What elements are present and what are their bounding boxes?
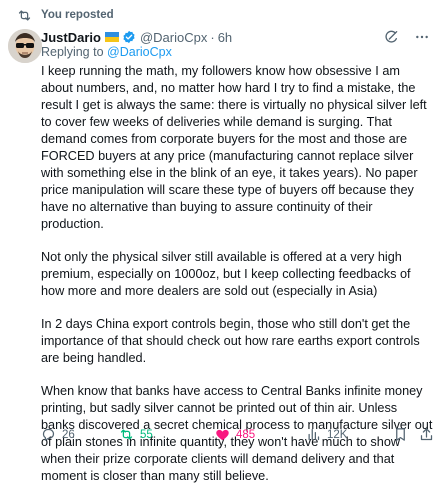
repost-button[interactable]: 55: [119, 427, 153, 442]
replying-to: Replying to @DarioCpx: [41, 45, 172, 59]
reply-icon: [42, 428, 55, 441]
views-count: 12K: [327, 428, 348, 441]
reply-count: 26: [62, 428, 75, 441]
tweet-actions: 26 55 485 12K: [41, 427, 434, 445]
replying-to-mention[interactable]: @DarioCpx: [107, 45, 172, 59]
bookmark-button[interactable]: [393, 427, 408, 442]
like-count: 485: [236, 428, 256, 441]
views-chart-icon: [308, 428, 320, 441]
views-button[interactable]: 12K: [306, 427, 347, 442]
share-button[interactable]: [419, 427, 434, 442]
tweet-header: JustDario @DarioCpx · 6h: [41, 28, 430, 46]
like-button[interactable]: 485: [215, 427, 255, 442]
verified-badge-icon[interactable]: [122, 30, 136, 44]
bookmark-icon: [396, 428, 405, 441]
timestamp[interactable]: 6h: [218, 30, 232, 45]
share-icon: [420, 428, 433, 441]
separator-dot: ·: [210, 29, 215, 45]
repost-label: You reposted: [41, 9, 114, 21]
grok-icon[interactable]: [384, 29, 400, 45]
more-options-icon[interactable]: [414, 29, 430, 45]
repost-count: 55: [140, 428, 153, 441]
author-name[interactable]: JustDario: [41, 30, 101, 45]
flag-icon: [104, 32, 119, 42]
replying-to-label: Replying to: [41, 45, 104, 59]
tweet-paragraph-3: In 2 days China export controls begin, t…: [41, 317, 420, 365]
avatar[interactable]: [8, 29, 42, 63]
repost-icon: [18, 10, 31, 20]
tweet-paragraph-2: Not only the physical silver still avail…: [41, 250, 411, 298]
author-handle[interactable]: @DarioCpx: [140, 30, 207, 45]
heart-icon: [216, 429, 229, 441]
reply-button[interactable]: 26: [41, 427, 75, 442]
repost-indicator: You reposted: [17, 7, 114, 23]
avatar-image: [8, 29, 42, 63]
repost-icon: [120, 429, 133, 440]
tweet-paragraph-1: I keep running the math, my followers kn…: [41, 64, 427, 231]
